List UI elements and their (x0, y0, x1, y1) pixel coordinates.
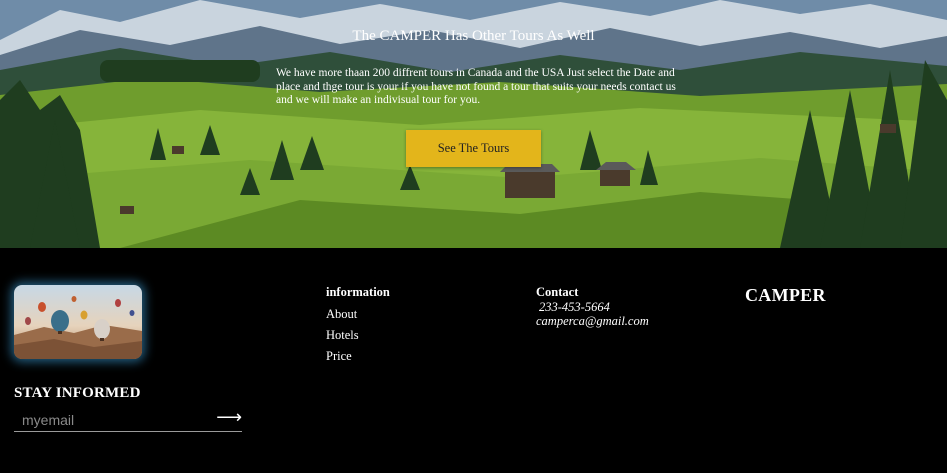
price-link[interactable]: Price (326, 349, 390, 364)
email-input[interactable] (22, 411, 212, 429)
contact-email: camperca@gmail.com (536, 314, 649, 328)
balloons-thumbnail-image (14, 285, 142, 359)
hero-description: We have more thaan 200 diffrent tours in… (276, 67, 676, 106)
information-column: information About Hotels Price (326, 285, 390, 370)
footer: STAY INFORMED ⟶ information About Hotels… (0, 248, 947, 473)
newsletter-form: ⟶ (14, 407, 242, 432)
hotels-link[interactable]: Hotels (326, 328, 390, 343)
brand-logo: CAMPER (745, 285, 826, 305)
hero-title: The CAMPER Has Other Tours As Well (352, 28, 595, 44)
page: The CAMPER Has Other Tours As Well We ha… (0, 0, 947, 473)
contact-phone: 233-453-5664 (539, 300, 610, 314)
arrow-right-icon[interactable]: ⟶ (216, 407, 242, 428)
information-heading: information (326, 285, 390, 299)
hero-section: The CAMPER Has Other Tours As Well We ha… (0, 0, 947, 248)
contact-heading: Contact (536, 285, 579, 299)
contact-column: Contact 233-453-5664 camperca@gmail.com (536, 285, 649, 328)
about-link[interactable]: About (326, 307, 390, 322)
newsletter-title: STAY INFORMED (14, 385, 141, 401)
see-tours-button[interactable]: See The Tours (406, 130, 541, 167)
